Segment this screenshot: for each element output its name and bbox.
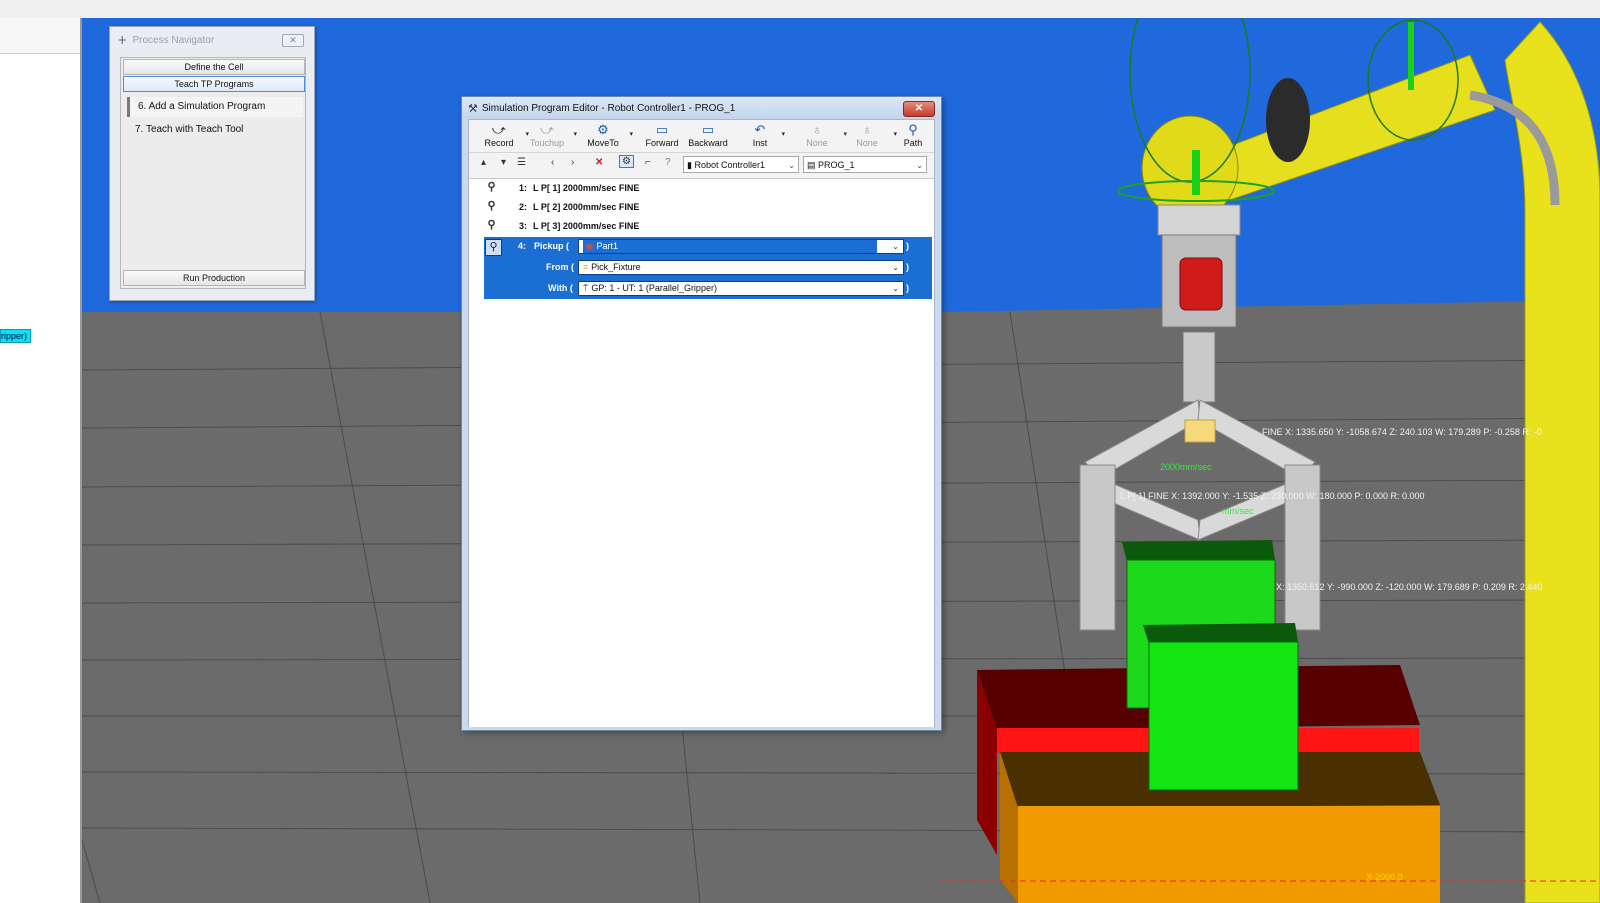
speed-label: mm/sec [1222, 506, 1254, 516]
teach-tp-programs-button[interactable]: Teach TP Programs [123, 76, 305, 92]
moveto-dropdown-icon[interactable]: ▾ [629, 130, 633, 138]
touchup-magnifier-icon[interactable]: ⚲ [484, 199, 499, 214]
inst-dropdown-icon[interactable]: ▾ [781, 130, 785, 138]
part-icon: ▣ [585, 241, 594, 251]
moveto-button[interactable]: ⚙ MoveTo ▾ [581, 122, 633, 150]
next-icon[interactable]: › [571, 157, 574, 168]
touchup-magnifier-icon[interactable]: ⚲ [484, 218, 499, 233]
controller-select[interactable]: ▮ Robot Controller1 ⌄ [683, 156, 799, 173]
move-down-icon[interactable]: ▾ [501, 157, 506, 168]
with-tool-select[interactable]: ⍑ GP: 1 - UT: 1 (Parallel_Gripper) ⌄ [578, 281, 904, 296]
program-select-chevron-icon: ⌄ [916, 161, 923, 170]
tool-icon[interactable]: ⌐ [645, 157, 651, 168]
inst-button[interactable]: ↶ Inst ▾ [743, 122, 785, 150]
from-chevron-icon: ⌄ [892, 263, 899, 272]
run-production-button[interactable]: Run Production [123, 270, 305, 286]
path-button[interactable]: ⚲ Path [897, 122, 929, 150]
step-add-simulation-program[interactable]: 6. Add a Simulation Program [127, 97, 303, 117]
controller-select-chevron-icon: ⌄ [788, 161, 795, 170]
move-up-icon[interactable]: ▴ [481, 157, 486, 168]
touchup-dropdown-icon[interactable]: ▾ [573, 130, 577, 138]
forward-button[interactable]: ▭ Forward [641, 122, 683, 150]
backward-button[interactable]: ▭ Backward [685, 122, 731, 150]
editor-main-toolbar: ⤻ Record ▾ ⤻ Touchup ▾ ⚙ MoveTo ▾ ▭ Forw… [469, 120, 934, 153]
navigator-title: Process Navigator [132, 34, 215, 46]
pickup-label: Pickup ( [534, 241, 570, 251]
record-icon: ⤻ [492, 122, 506, 137]
touchup-magnifier-icon[interactable]: ⚲ [484, 180, 499, 195]
with-chevron-icon: ⌄ [892, 284, 899, 293]
gripper-icon: ⍑ [583, 283, 589, 293]
moveto-icon: ⚙ [597, 122, 609, 137]
target-label-p1: L P[ 1] FINE X: 1392.000 Y: -1.535 Z: 23… [1120, 491, 1425, 501]
none-button-2[interactable]: ♁ None ▾ [845, 122, 897, 150]
robot-icon[interactable]: ⚙ [619, 155, 634, 168]
speed-label-2: 2000mm/sec [1160, 462, 1212, 472]
from-fixture-select[interactable]: ⌗ Pick_Fixture ⌄ [578, 260, 904, 275]
left-panel-header [0, 18, 80, 54]
none-icon-1: ♁ [812, 122, 822, 137]
prev-icon[interactable]: ‹ [551, 157, 554, 168]
program-icon: ▤ [807, 160, 819, 170]
pickup-instruction-row[interactable]: ⚲ 4: Pickup ( ▣ Part1 ⌄ ) From ( ⌗ Pick_Fi… [484, 237, 932, 299]
simulation-program-editor-window: ⚒ Simulation Program Editor - Robot Cont… [461, 96, 942, 731]
target-label-fine: FINE X: 1335.650 Y: -1058.674 Z: 240.103… [1262, 427, 1542, 437]
navigator-body: Define the Cell Teach TP Programs 6. Add… [120, 57, 306, 289]
target-label-xyz: X: 1350.612 Y: -990.000 Z: -120.000 W: 1… [1276, 582, 1542, 592]
program-lines-list: ⚲ 1: L P[ 1] 2000mm/sec FINE ⚲ 2: L P[ 2… [469, 178, 934, 727]
touchup-button[interactable]: ⤻ Touchup ▾ [525, 122, 577, 150]
navigator-close-button[interactable]: ✕ [282, 34, 304, 47]
backward-icon: ▭ [701, 122, 715, 137]
program-line[interactable]: ⚲ 2: L P[ 2] 2000mm/sec FINE [469, 198, 934, 217]
editor-secondary-toolbar: ▴ ▾ ☰ ‹ › ✕ ⚙ ⌐ ? ▮ Robot Controller1 ⌄ … [469, 153, 934, 177]
from-label: From ( [546, 262, 574, 272]
help-icon[interactable]: ? [665, 157, 671, 168]
editor-title: Simulation Program Editor - Robot Contro… [481, 102, 736, 114]
process-navigator-window: ⵜ Process Navigator ✕ Define the Cell Te… [109, 26, 315, 301]
top-strip [0, 0, 1600, 19]
program-line[interactable]: ⚲ 3: L P[ 3] 2000mm/sec FINE [469, 217, 934, 236]
pickup-chevron-icon: ⌄ [892, 242, 899, 251]
define-cell-button[interactable]: Define the Cell [123, 59, 305, 75]
touchup-icon: ⤻ [540, 122, 554, 137]
path-icon: ⚲ [908, 122, 918, 137]
none-button-1[interactable]: ♁ None ▾ [795, 122, 847, 150]
program-select[interactable]: ▤ PROG_1 ⌄ [803, 156, 927, 173]
record-button[interactable]: ⤻ Record ▾ [477, 122, 529, 150]
forward-icon: ▭ [655, 122, 669, 137]
inst-icon: ↶ [754, 122, 766, 137]
step-teach-with-teach-tool[interactable]: 7. Teach with Teach Tool [127, 120, 303, 140]
program-line[interactable]: ⚲ 1: L P[ 1] 2000mm/sec FINE [469, 179, 934, 198]
navigator-app-icon: ⵜ [118, 34, 127, 47]
editor-close-button[interactable]: ✕ [903, 101, 935, 117]
touchup-magnifier-icon[interactable]: ⚲ [485, 239, 502, 256]
editor-app-icon: ⚒ [468, 102, 478, 115]
left-panel [0, 18, 82, 903]
editor-titlebar: ⚒ Simulation Program Editor - Robot Cont… [462, 97, 941, 119]
list-icon[interactable]: ☰ [517, 157, 526, 168]
delete-icon[interactable]: ✕ [595, 157, 603, 168]
none-icon-2: ♁ [862, 122, 872, 137]
fixture-icon: ⌗ [583, 262, 589, 272]
pickup-part-select[interactable]: ▣ Part1 ⌄ [578, 239, 904, 254]
editor-client-area: ⤻ Record ▾ ⤻ Touchup ▾ ⚙ MoveTo ▾ ▭ Forw… [468, 119, 935, 727]
tree-badge[interactable]: ripper) [0, 329, 32, 343]
with-label: With ( [548, 283, 573, 293]
